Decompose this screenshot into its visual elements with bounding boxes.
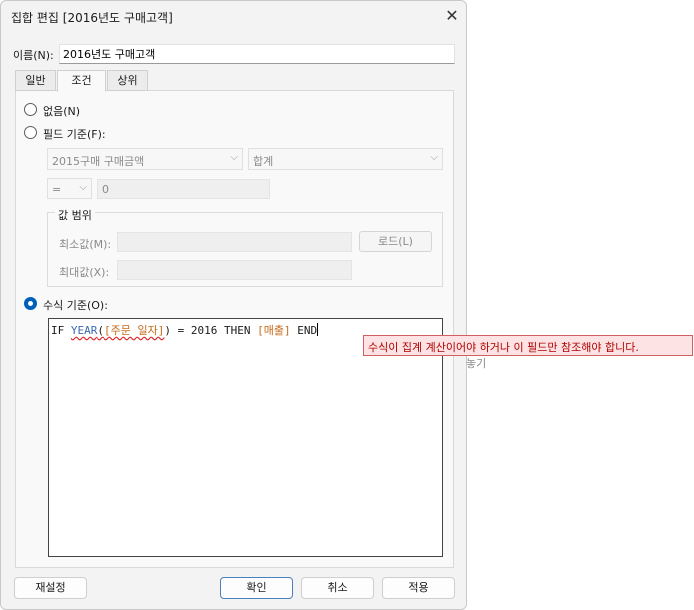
formula-text: IF YEAR([주문 일자]) = 2016 THEN [매출] END — [51, 322, 319, 338]
formula-token-paren: ( — [97, 324, 104, 337]
name-input[interactable] — [59, 44, 455, 64]
by-field-label: 필드 기준(F): — [43, 128, 106, 141]
by-formula-label: 수식 기준(O): — [43, 299, 108, 312]
tab-top[interactable]: 상위 — [107, 70, 148, 91]
field-select-value: 2015구매 구매금액 — [52, 155, 145, 168]
min-input[interactable] — [117, 232, 352, 252]
value-range-label: 값 범위 — [55, 207, 95, 223]
apply-button[interactable]: 적용 — [382, 577, 455, 599]
none-radio[interactable] — [24, 103, 37, 116]
tab-general[interactable]: 일반 — [15, 70, 56, 91]
operator-select[interactable]: = ⌵ — [47, 178, 92, 199]
formula-token-expr: ) = 2016 THEN — [164, 324, 258, 337]
operator-select-value: = — [52, 183, 62, 196]
by-formula-radio[interactable] — [24, 297, 37, 310]
tab-condition[interactable]: 조건 — [57, 70, 106, 92]
chevron-down-icon: ⌵ — [430, 152, 438, 163]
chevron-down-icon: ⌵ — [230, 152, 238, 163]
max-input[interactable] — [117, 260, 352, 280]
formula-token-field-sales: [매출] — [257, 324, 291, 337]
condition-value-input[interactable]: 0 — [97, 179, 270, 199]
close-icon[interactable]: ✕ — [441, 5, 463, 27]
title-bar: 집합 편집 [2016년도 구매고객] ✕ — [1, 1, 466, 33]
edit-set-dialog: 집합 편집 [2016년도 구매고객] ✕ 이름(N): 일반 조건 상위 없음… — [0, 0, 467, 610]
ok-button[interactable]: 확인 — [220, 577, 293, 599]
error-tooltip: 수식이 집계 계산이어야 하거나 이 필드만 참조해야 합니다. — [363, 335, 693, 356]
text-caret — [317, 323, 319, 336]
formula-token-if: IF — [51, 324, 71, 337]
formula-token-field-order-date: [주문 일자] — [104, 324, 165, 337]
chevron-down-icon: ⌵ — [79, 182, 87, 193]
field-select[interactable]: 2015구매 구매금액 ⌵ — [47, 148, 243, 170]
cancel-button[interactable]: 취소 — [301, 577, 374, 599]
min-label: 최소값(M): — [59, 238, 112, 251]
formula-token-end: END — [290, 324, 318, 337]
aggregation-select[interactable]: 합계 ⌵ — [248, 148, 443, 170]
aggregation-select-value: 합계 — [253, 155, 274, 168]
load-button[interactable]: 로드(L) — [359, 231, 432, 252]
max-label: 최대값(X): — [59, 266, 110, 279]
reset-button[interactable]: 재설정 — [14, 577, 87, 599]
name-label: 이름(N): — [13, 49, 54, 62]
obscured-background-text: 놓기 — [466, 357, 487, 370]
by-field-radio[interactable] — [24, 126, 37, 139]
formula-token-function: YEAR — [70, 324, 98, 337]
dialog-title: 집합 편집 [2016년도 구매고객] — [11, 11, 173, 25]
none-label: 없음(N) — [43, 105, 81, 118]
